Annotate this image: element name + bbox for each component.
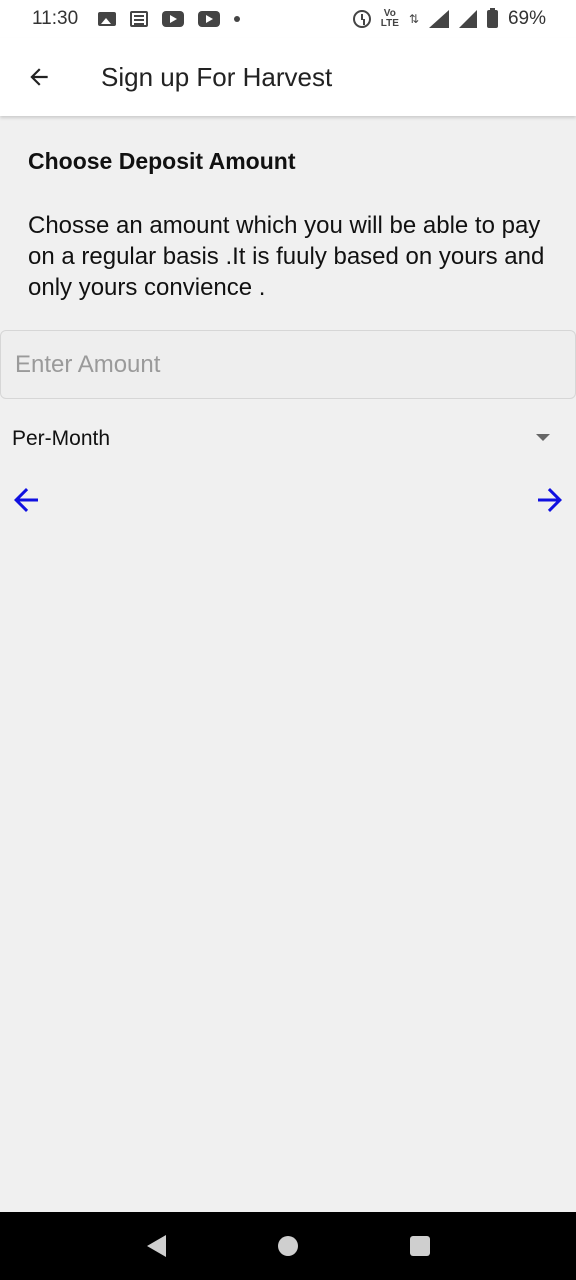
section-heading: Choose Deposit Amount <box>28 148 296 174</box>
system-recents-button[interactable] <box>400 1226 440 1266</box>
back-triangle-icon <box>146 1235 166 1257</box>
battery-icon <box>486 8 498 28</box>
news-icon <box>130 11 149 27</box>
system-nav-bar <box>0 1212 576 1280</box>
data-arrows-icon: ⇅ <box>408 12 419 26</box>
volte-bottom-label: LTE <box>380 18 399 29</box>
arrow-right-icon <box>538 488 562 512</box>
amount-input[interactable] <box>15 350 575 379</box>
youtube-icon <box>162 11 185 27</box>
arrow-back-icon <box>30 68 48 86</box>
back-button[interactable] <box>0 38 78 116</box>
chevron-down-icon <box>536 434 550 441</box>
youtube-icon <box>198 11 221 27</box>
system-back-button[interactable] <box>136 1226 176 1266</box>
volte-icon: Vo LTE <box>381 9 399 29</box>
status-right: Vo LTE ⇅ 69% <box>352 8 546 30</box>
home-circle-icon <box>278 1236 298 1256</box>
image-icon <box>98 12 117 26</box>
system-home-button[interactable] <box>268 1226 308 1266</box>
next-button[interactable] <box>530 480 570 520</box>
description-text: Chosse an amount which you will be able … <box>28 212 545 301</box>
status-time: 11:30 <box>32 8 79 29</box>
screen: 11:30 Vo LTE ⇅ 69% Sign up For Harvest C… <box>0 0 576 1280</box>
app-bar: Sign up For Harvest <box>0 38 576 116</box>
alarm-icon <box>352 10 371 28</box>
page-title: Sign up For Harvest <box>101 61 333 92</box>
arrow-left-icon <box>14 488 38 512</box>
wifi-signal-icon <box>428 10 449 28</box>
period-selected-value: Per-Month <box>12 427 111 450</box>
status-bar: 11:30 Vo LTE ⇅ 69% <box>0 0 576 38</box>
period-dropdown[interactable]: Per-Month <box>0 416 576 462</box>
recents-square-icon <box>410 1236 430 1256</box>
previous-button[interactable] <box>6 480 46 520</box>
battery-percent: 69% <box>507 8 546 29</box>
status-left: 11:30 <box>32 8 241 30</box>
amount-field[interactable] <box>0 330 576 399</box>
dot-icon <box>234 16 241 22</box>
cell-signal-icon <box>458 10 477 28</box>
